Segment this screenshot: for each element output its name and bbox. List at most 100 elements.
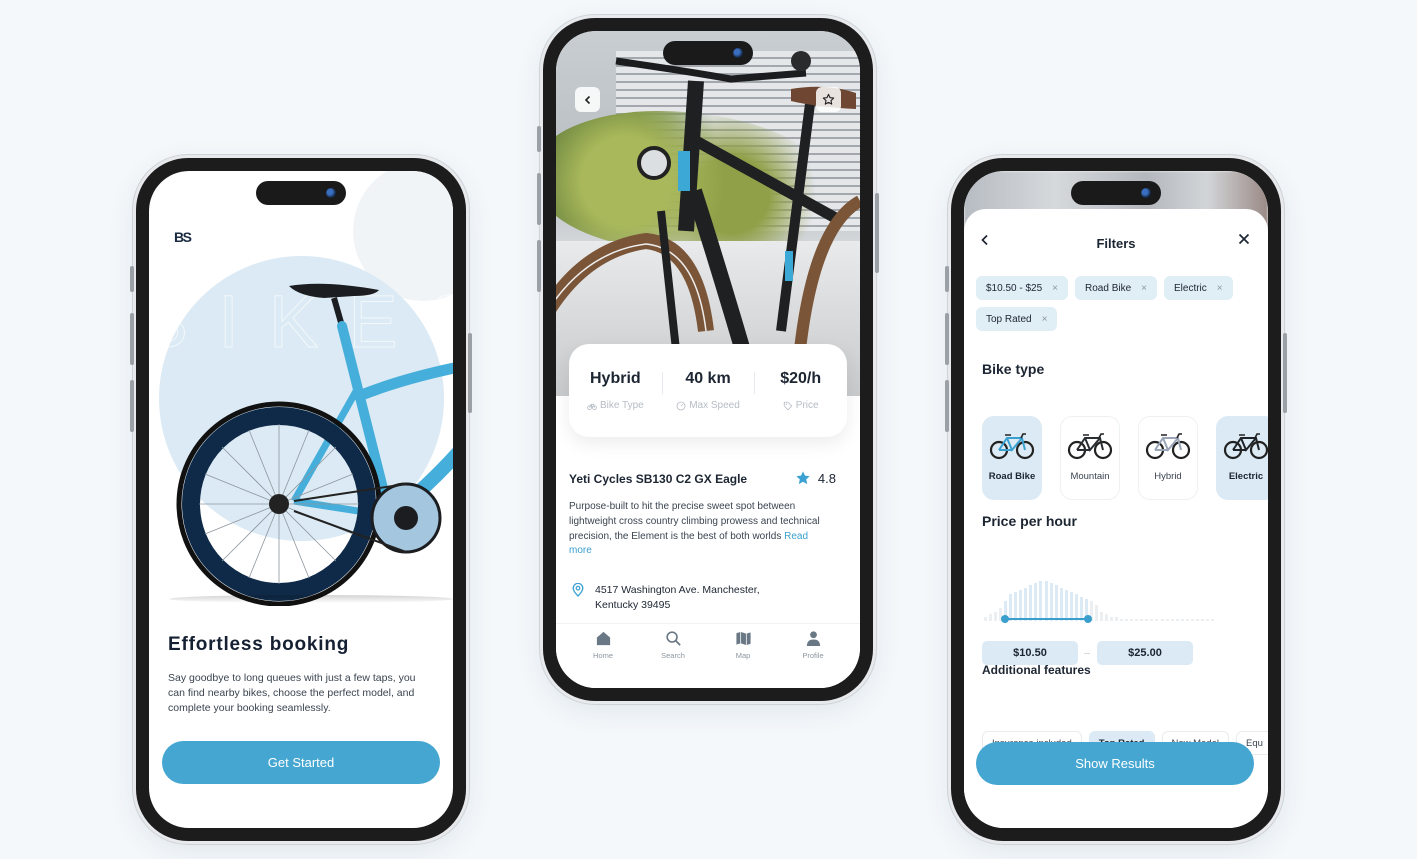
stat-max-speed: 40 km Max Speed xyxy=(661,370,755,411)
home-icon xyxy=(596,631,610,646)
bike-type-label: Electric xyxy=(1228,471,1264,482)
price-max-field[interactable]: $25.00 xyxy=(1097,641,1193,665)
histogram-bar xyxy=(1155,618,1159,621)
bike-type-option[interactable]: Mountain xyxy=(1060,416,1120,500)
histogram-bar xyxy=(1029,585,1033,621)
histogram-bar xyxy=(1039,581,1043,621)
bike-type-label: Mountain xyxy=(1070,471,1110,482)
bike-type-title: Bike type xyxy=(982,361,1045,377)
histogram-bar xyxy=(1130,618,1134,621)
dynamic-island xyxy=(663,41,753,65)
histogram-bar xyxy=(1049,583,1053,621)
profile-icon xyxy=(806,631,820,647)
get-started-button[interactable]: Get Started xyxy=(162,741,440,784)
histogram-bar xyxy=(1115,616,1119,621)
onboarding-title: Effortless booking xyxy=(168,634,350,655)
dynamic-island xyxy=(256,181,346,205)
histogram-bar xyxy=(1019,589,1023,621)
filters-screen: Filters $10.50 - $25 × Road Bike × Electric ×… xyxy=(964,171,1268,828)
bike-type-option[interactable]: Hybrid xyxy=(1138,416,1198,500)
active-filter-chips: $10.50 - $25 × Road Bike × Electric × Top Rate… xyxy=(976,276,1266,331)
favorite-button[interactable] xyxy=(816,87,841,112)
stat-price: $20/h Price xyxy=(754,370,847,411)
bike-type-label: Hybrid xyxy=(1154,471,1182,482)
show-results-button[interactable]: Show Results xyxy=(976,742,1254,785)
address-line-2: Kentucky 39495 xyxy=(595,599,671,611)
close-icon xyxy=(1238,233,1250,245)
price-min-field[interactable]: $10.50 xyxy=(982,641,1078,665)
tab-map[interactable]: Map xyxy=(708,630,778,688)
bicycle-icon xyxy=(1145,433,1191,460)
road-bike-illustration xyxy=(176,283,453,606)
stat-bike-type: Hybrid Bike Type xyxy=(569,370,662,411)
speedometer-icon xyxy=(676,401,686,410)
histogram-bar xyxy=(1205,618,1209,621)
chip-label: Top Rated xyxy=(986,313,1032,325)
close-button[interactable] xyxy=(1238,232,1250,250)
phone-filters: Filters $10.50 - $25 × Road Bike × Electric ×… xyxy=(945,158,1287,841)
active-filter-chip[interactable]: Road Bike × xyxy=(1075,276,1157,300)
active-filter-chip[interactable]: $10.50 - $25 × xyxy=(976,276,1069,300)
star-filled-icon xyxy=(796,471,810,485)
histogram-bar xyxy=(1105,614,1109,621)
remove-chip-icon[interactable]: × xyxy=(1042,314,1048,325)
chevron-left-icon xyxy=(584,95,590,104)
histogram-bar xyxy=(1125,618,1129,621)
remove-chip-icon[interactable]: × xyxy=(1052,283,1058,294)
histogram-bar xyxy=(1100,612,1103,621)
dynamic-island xyxy=(1071,181,1161,205)
back-button[interactable] xyxy=(575,87,600,112)
volume-up-button xyxy=(537,173,541,225)
histogram-bar xyxy=(1175,618,1179,621)
active-filter-chip[interactable]: Top Rated × xyxy=(976,307,1058,331)
tab-home[interactable]: Home xyxy=(568,630,638,688)
tab-profile[interactable]: Profile xyxy=(778,630,848,688)
remove-chip-icon[interactable]: × xyxy=(1141,283,1147,294)
stat-value: Hybrid xyxy=(590,370,641,387)
bike-type-option[interactable]: Road Bike xyxy=(982,416,1042,500)
price-min-handle[interactable] xyxy=(1000,615,1009,623)
map-icon xyxy=(735,631,751,646)
onboarding-screen: BS BIKESH xyxy=(149,171,453,828)
search-icon xyxy=(665,631,681,646)
bicycle-icon xyxy=(1223,433,1268,460)
bike-location: 4517 Washington Ave. Manchester, Kentuck… xyxy=(572,583,760,613)
remove-chip-icon[interactable]: × xyxy=(1217,283,1223,294)
bicycle-icon xyxy=(1067,433,1113,460)
active-filter-chip[interactable]: Electric × xyxy=(1164,276,1233,300)
chip-label: Road Bike xyxy=(1085,282,1132,294)
bike-photo xyxy=(556,31,860,396)
tab-label: Search xyxy=(661,651,685,660)
phone-bike-detail: Hybrid Bike Type 40 km Max Speed $20/h P… xyxy=(537,18,879,701)
features-title: Additional features xyxy=(982,663,1091,677)
histogram-bar xyxy=(1140,618,1144,621)
onboarding-description: Say goodbye to long queues with just a f… xyxy=(168,672,416,714)
bike-name: Yeti Cycles SB130 C2 GX Eagle xyxy=(569,472,748,486)
tab-search[interactable]: Search xyxy=(638,630,708,688)
mute-switch xyxy=(537,126,541,152)
histogram-bar xyxy=(1009,594,1013,621)
histogram-bar xyxy=(1054,585,1058,621)
histogram-bar xyxy=(1024,587,1028,621)
bike-stats-card: Hybrid Bike Type 40 km Max Speed $20/h P… xyxy=(569,344,847,437)
histogram-bar xyxy=(1150,618,1154,621)
location-pin-icon xyxy=(572,583,584,597)
address-line-1: 4517 Washington Ave. Manchester, xyxy=(595,584,760,596)
bike-detail-screen: Hybrid Bike Type 40 km Max Speed $20/h P… xyxy=(556,31,860,688)
mute-switch xyxy=(130,266,134,292)
bike-rating: 4.8 xyxy=(795,470,836,486)
tab-label: Map xyxy=(735,651,751,660)
price-max-handle[interactable] xyxy=(1084,615,1093,623)
bike-type-option[interactable]: Electric xyxy=(1216,416,1268,500)
bike-type-list: Road Bike Mountain Hybrid Electric xyxy=(982,416,1268,500)
bike-icon xyxy=(587,403,597,410)
histogram-bar xyxy=(1190,618,1194,621)
stat-label: Max Speed xyxy=(689,400,740,411)
histogram-bar xyxy=(1120,618,1124,621)
price-separator xyxy=(1084,653,1090,654)
bottom-tab-bar: Home Search Map Profile xyxy=(556,623,860,688)
price-title: Price per hour xyxy=(982,513,1077,529)
histogram-bar xyxy=(1014,592,1018,621)
tab-label: Home xyxy=(592,651,613,660)
histogram-bar xyxy=(1160,618,1164,621)
